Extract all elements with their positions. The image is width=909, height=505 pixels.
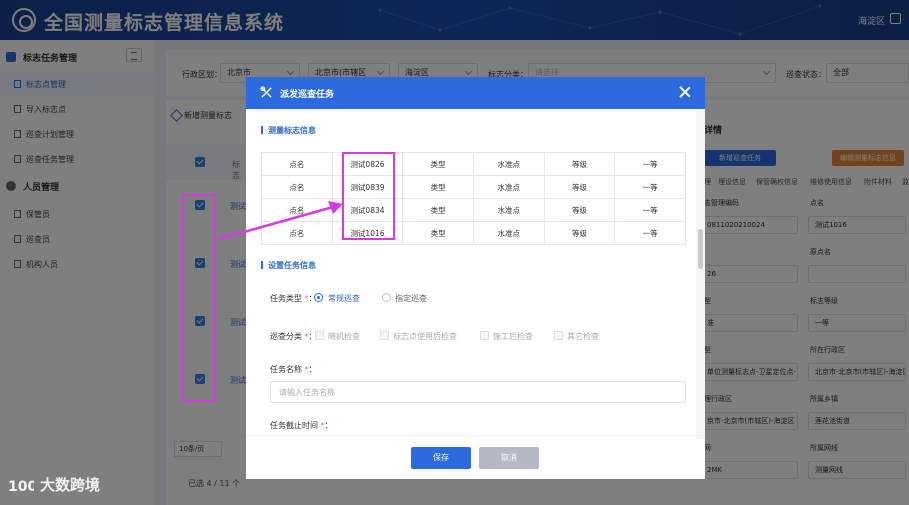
checkbox-after-use[interactable] [380, 331, 389, 340]
cancel-button[interactable]: 取消 [479, 447, 539, 469]
mark-info-cell-c4: 水准点 [472, 152, 545, 176]
patrol-category-label-text: 巡查分类 [270, 332, 302, 341]
mark-info-cell-c3: 类型 [402, 221, 474, 245]
mark-info-cell-c5: 等级 [543, 175, 616, 199]
option-after-use-check[interactable]: 标志点使用后检查 [393, 331, 457, 342]
section-title-task-info: 设置任务信息 [261, 260, 316, 271]
dialog-scrollbar[interactable] [696, 109, 705, 439]
option-after-construction-check[interactable]: 施工后检查 [493, 331, 533, 342]
close-icon[interactable] [679, 86, 691, 98]
mark-info-cell-c3: 类型 [402, 152, 474, 176]
mark-info-cell-c1: 点名 [261, 152, 333, 176]
mark-info-cell-c5: 等级 [543, 221, 616, 245]
section-title-mark-info: 测量标志信息 [261, 125, 316, 136]
tools-icon [260, 86, 272, 98]
annotation-arrow [218, 201, 343, 241]
mark-info-cell-c6: 一等 [614, 198, 686, 222]
checkbox-random[interactable] [315, 331, 324, 340]
radio-designated-patrol[interactable] [382, 293, 391, 302]
patrol-category-label: 巡查分类 *： [270, 332, 317, 341]
task-type-label: 任务类型 *： [270, 294, 317, 303]
dialog-header: 派发巡查任务 [246, 77, 705, 109]
dialog-title: 派发巡查任务 [280, 90, 335, 100]
dispatch-task-dialog: 派发巡查任务 测量标志信息 点名 测试0826 类型 水准点 等级 一等 点名 测试0839 类… [246, 77, 705, 479]
scroll-thumb[interactable] [698, 229, 703, 269]
mark-info-cell-c4: 水准点 [472, 221, 545, 245]
mark-info-cell-c4: 水准点 [472, 175, 545, 199]
mark-info-cell-c3: 类型 [402, 175, 474, 199]
mark-info-row: 点名 测试0826 类型 水准点 等级 一等 [261, 152, 686, 176]
option-regular-patrol[interactable]: 常规巡查 [328, 293, 360, 304]
save-button[interactable]: 保存 [411, 447, 471, 469]
option-other-check[interactable]: 其它检查 [567, 331, 599, 342]
radio-regular-patrol[interactable] [314, 293, 323, 302]
task-name-label-text: 任务名称 [270, 365, 302, 374]
svg-text:100: 100 [8, 479, 34, 495]
mark-info-cell-c6: 一等 [614, 221, 686, 245]
watermark-logo: 100 [8, 479, 34, 495]
deadline-label: 任务截止时间 *： [270, 421, 333, 430]
mark-info-cell-c3: 类型 [402, 198, 474, 222]
mark-info-cell-c6: 一等 [614, 175, 686, 199]
dialog-footer: 保存 取消 [246, 435, 705, 479]
mark-info-cell-c6: 一等 [614, 152, 686, 176]
mark-info-cell-c4: 水准点 [472, 198, 545, 222]
option-random-check[interactable]: 随机检查 [328, 331, 360, 342]
task-type-label-text: 任务类型 [270, 294, 302, 303]
watermark-text: 大数跨境 [40, 476, 101, 494]
mark-info-cell-c5: 等级 [543, 198, 616, 222]
deadline-label-text: 任务截止时间 [270, 421, 318, 430]
annotation-highlight-checkboxes [182, 194, 216, 402]
checkbox-after-construction[interactable] [480, 331, 489, 340]
checkbox-other[interactable] [554, 331, 563, 340]
option-designated-patrol[interactable]: 指定巡查 [395, 293, 427, 304]
mark-info-cell-c5: 等级 [543, 152, 616, 176]
task-name-input[interactable] [270, 381, 686, 403]
watermark: 100 大数跨境 [8, 474, 100, 495]
task-name-label: 任务名称 *： [270, 365, 317, 374]
